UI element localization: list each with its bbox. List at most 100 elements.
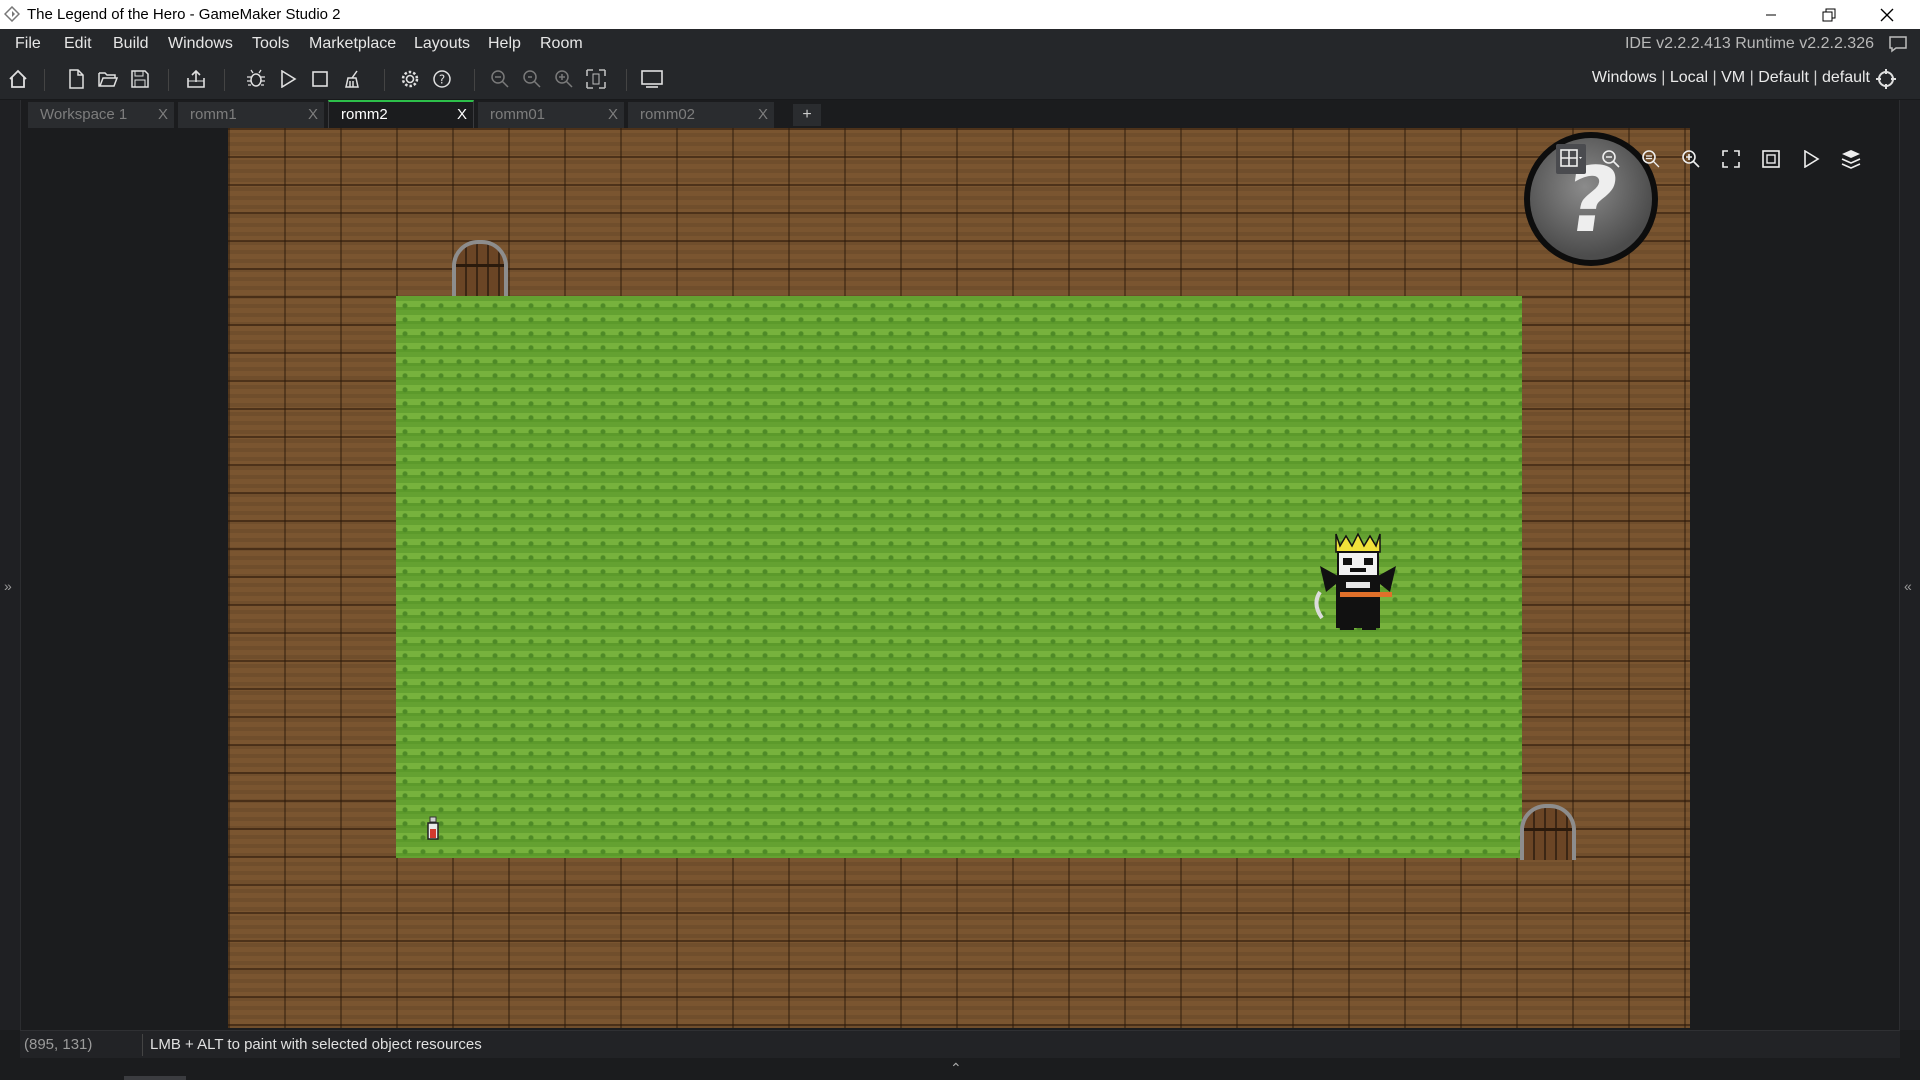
save-button[interactable] <box>126 65 154 93</box>
tab-label: romm1 <box>190 106 237 123</box>
tab-label: romm2 <box>341 106 388 123</box>
menu-file[interactable]: File <box>15 35 41 53</box>
tab-close-icon[interactable]: X <box>608 106 618 123</box>
zoom-out-icon <box>1602 150 1620 168</box>
target-config[interactable]: Default <box>1758 69 1809 86</box>
tab-label: Workspace 1 <box>40 106 128 123</box>
tab-close-icon[interactable]: X <box>158 106 168 123</box>
layers-icon <box>1841 150 1861 169</box>
clean-button[interactable] <box>338 65 366 93</box>
fit-frame-icon <box>1762 150 1780 168</box>
room-layers-button[interactable] <box>1836 144 1866 174</box>
tab-label: romm01 <box>490 106 546 123</box>
tab-close-icon[interactable]: X <box>308 106 318 123</box>
menu-windows[interactable]: Windows <box>168 35 233 53</box>
toolbar: ? Windows | Local | VM | Default | defau… <box>0 59 1920 100</box>
menu-build[interactable]: Build <box>113 35 149 53</box>
menu-marketplace[interactable]: Marketplace <box>309 35 396 53</box>
expand-bottom-icon: ⌃ <box>950 1060 962 1076</box>
room-view[interactable] <box>228 128 1690 1028</box>
open-project-button[interactable] <box>94 65 122 93</box>
version-info: IDE v2.2.2.413 Runtime v2.2.2.326 <box>1624 35 1874 52</box>
target-runtime[interactable]: default <box>1822 69 1870 86</box>
room-zoom-reset-button[interactable] <box>1636 144 1666 174</box>
broom-icon <box>345 70 359 88</box>
add-tab-button[interactable]: + <box>793 104 821 126</box>
zoom-reset-button[interactable] <box>518 65 546 93</box>
tab-label: romm02 <box>640 106 696 123</box>
menu-tools[interactable]: Tools <box>252 35 289 53</box>
close-window-button[interactable] <box>1858 0 1916 29</box>
target-device[interactable]: Local <box>1670 69 1708 86</box>
debug-button[interactable] <box>242 65 270 93</box>
zoom-in-icon <box>1682 150 1700 168</box>
room-zoom-out-button[interactable] <box>1596 144 1626 174</box>
left-dock-toggle[interactable]: » <box>0 100 21 1030</box>
bug-icon <box>247 69 265 87</box>
zoom-in-button[interactable] <box>550 65 578 93</box>
play-icon <box>281 70 297 88</box>
game-options-button[interactable] <box>396 65 424 93</box>
save-icon <box>131 70 149 88</box>
zoom-out-button[interactable] <box>486 65 514 93</box>
tab-romm1[interactable]: romm1 X <box>178 102 324 128</box>
door-top-left[interactable] <box>452 240 508 296</box>
home-button[interactable] <box>4 65 32 93</box>
svg-text:?: ? <box>439 73 445 87</box>
tab-romm01[interactable]: romm01 X <box>478 102 624 128</box>
new-project-button[interactable] <box>62 65 90 93</box>
grid-icon <box>1560 149 1582 167</box>
close-icon <box>1880 8 1894 21</box>
gamemaker-logo-icon <box>4 6 20 22</box>
chat-icon[interactable] <box>1888 35 1908 53</box>
skeleton-king-sprite[interactable] <box>1310 532 1406 632</box>
fit-icon <box>586 69 606 89</box>
door-bottom-right[interactable] <box>1520 804 1576 860</box>
expand-right-icon: « <box>1904 578 1912 594</box>
status-hint: LMB + ALT to paint with selected object … <box>150 1036 482 1053</box>
cursor-coordinates: (895, 131) <box>24 1036 93 1053</box>
room-editor-canvas[interactable]: ? <box>22 128 1898 1030</box>
stop-icon <box>312 71 328 87</box>
target-icon <box>1876 69 1896 89</box>
target-platform[interactable]: Windows <box>1592 69 1657 86</box>
minimize-button[interactable] <box>1742 0 1800 29</box>
tab-workspace-1[interactable]: Workspace 1 X <box>28 102 174 128</box>
tab-close-icon[interactable]: X <box>758 106 768 123</box>
horizontal-scrollbar[interactable] <box>124 1076 186 1080</box>
menu-edit[interactable]: Edit <box>64 35 92 53</box>
stop-button[interactable] <box>306 65 334 93</box>
fit-workspace-button[interactable] <box>582 65 610 93</box>
window-title: The Legend of the Hero - GameMaker Studi… <box>27 6 341 23</box>
room-play-button[interactable] <box>1796 144 1826 174</box>
menu-layouts[interactable]: Layouts <box>414 35 470 53</box>
room-zoom-in-button[interactable] <box>1676 144 1706 174</box>
home-icon <box>9 69 27 88</box>
grid-toggle-button[interactable] <box>1556 144 1586 174</box>
tab-close-icon[interactable]: X <box>457 106 467 123</box>
room-fit-button[interactable] <box>1756 144 1786 174</box>
tab-romm2[interactable]: romm2 X <box>328 100 474 128</box>
room-fullscreen-button[interactable] <box>1716 144 1746 174</box>
status-bar: (895, 131) LMB + ALT to paint with selec… <box>20 1030 1900 1059</box>
tab-bar: Workspace 1 X romm1 X romm2 X romm01 X r… <box>22 100 1900 128</box>
export-button[interactable] <box>182 65 210 93</box>
device-manager-button[interactable] <box>638 65 666 93</box>
right-dock-toggle[interactable]: « <box>1899 100 1920 1030</box>
restore-icon <box>1822 8 1836 21</box>
potion-sprite[interactable] <box>424 816 442 842</box>
package-export-icon <box>187 69 205 88</box>
run-button[interactable] <box>274 65 302 93</box>
help-button[interactable]: ? <box>428 65 456 93</box>
tab-romm02[interactable]: romm02 X <box>628 102 774 128</box>
bottom-dock-toggle[interactable]: ⌃ <box>0 1058 1920 1080</box>
target-output[interactable]: VM <box>1721 69 1745 86</box>
title-bar: The Legend of the Hero - GameMaker Studi… <box>0 0 1920 29</box>
menu-help[interactable]: Help <box>488 35 521 53</box>
target-selector[interactable]: Windows | Local | VM | Default | default <box>1592 69 1870 87</box>
restore-button[interactable] <box>1800 0 1858 29</box>
target-settings-button[interactable] <box>1872 65 1900 93</box>
menu-room[interactable]: Room <box>540 35 583 53</box>
gear-icon <box>401 70 419 88</box>
play-icon <box>1804 150 1820 168</box>
